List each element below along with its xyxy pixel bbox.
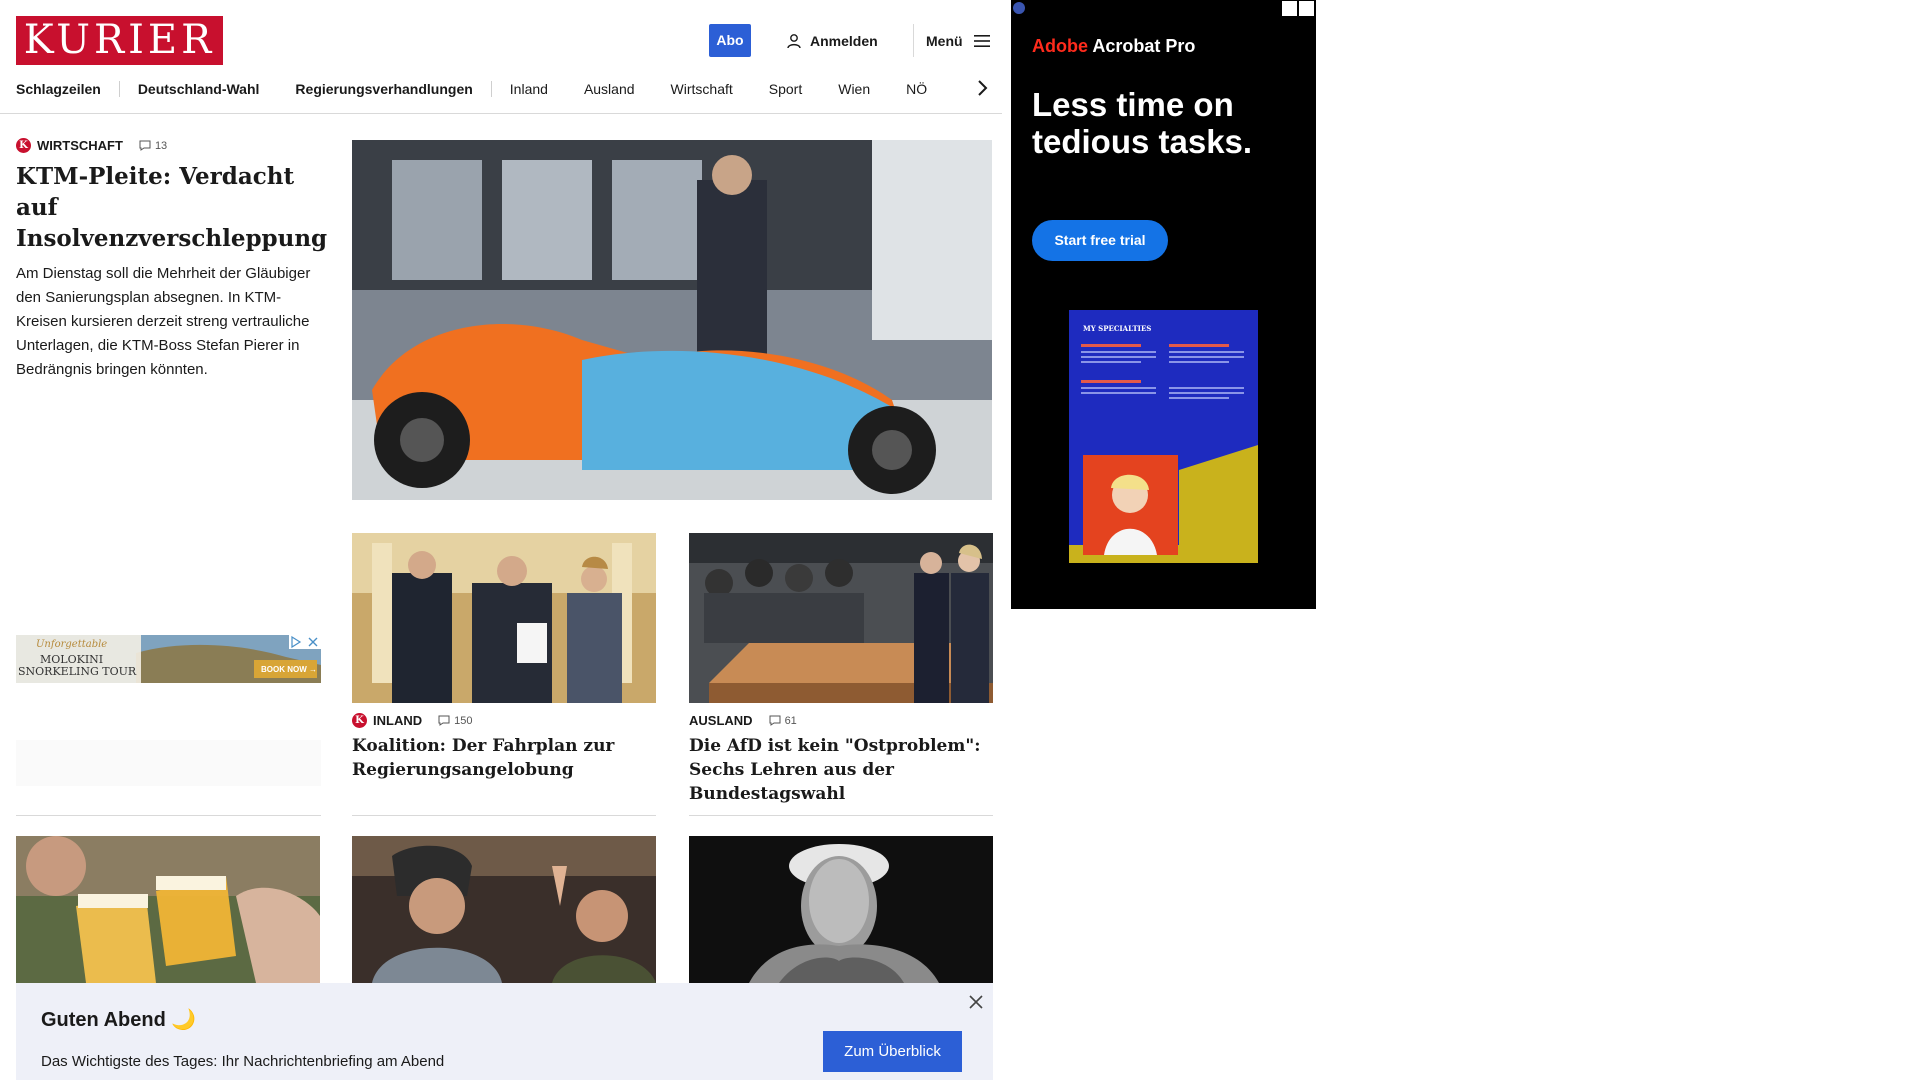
- lead-article[interactable]: K Wirtschaft 13 KTM-Pleite: Verdacht auf…: [16, 138, 327, 382]
- category-label[interactable]: Inland: [373, 713, 422, 728]
- article-headline[interactable]: Koalition: Der Fahrplan zur Regierungsan…: [352, 734, 656, 782]
- section-nav: Schlagzeilen Deutschland-Wahl Regierungs…: [16, 76, 945, 102]
- ad-script-text: Unforgettable: [36, 639, 108, 650]
- adchoices-triangle-icon: [1282, 1, 1297, 16]
- login-label: Anmelden: [810, 33, 878, 49]
- divider: [16, 815, 321, 816]
- lead-photo[interactable]: [352, 140, 992, 500]
- nav-item-sport[interactable]: Sport: [751, 81, 820, 97]
- kurier-plus-icon: K: [352, 713, 367, 728]
- article-headline[interactable]: Die AfD ist kein "Ostproblem": Sechs Leh…: [689, 734, 993, 806]
- article-photo[interactable]: [689, 836, 993, 983]
- nav-item-schlagzeilen[interactable]: Schlagzeilen: [16, 81, 119, 97]
- ad-placeholder: [16, 740, 321, 786]
- nav-item-noe[interactable]: NÖ: [888, 81, 945, 97]
- nav-item-deutschland-wahl[interactable]: Deutschland-Wahl: [118, 81, 278, 97]
- article-meta: K Wirtschaft 13: [16, 138, 321, 153]
- overview-button[interactable]: Zum Überblick: [823, 1031, 962, 1072]
- start-free-trial-button[interactable]: Start free trial: [1032, 220, 1168, 261]
- article-photo[interactable]: [352, 836, 656, 983]
- menu-label: Menü: [926, 32, 963, 49]
- ad-info-icon[interactable]: [1013, 2, 1025, 14]
- comment-icon: [438, 715, 450, 726]
- divider: [689, 815, 993, 816]
- ad-brand: Adobe Acrobat Pro: [1032, 36, 1195, 57]
- article-meta: K Inland 150: [352, 713, 656, 728]
- divider: [352, 815, 656, 816]
- article-photo[interactable]: [352, 533, 656, 703]
- comment-icon: [769, 715, 781, 726]
- nav-item-inland[interactable]: Inland: [490, 81, 566, 97]
- comment-count[interactable]: 61: [769, 715, 797, 727]
- article-meta: Ausland 61: [689, 713, 993, 728]
- ad-line2: SNORKELING TOUR: [18, 665, 137, 678]
- lead-headline[interactable]: KTM-Pleite: Verdacht auf Insolvenzversch…: [16, 161, 327, 254]
- adchoices-icon[interactable]: [1282, 1, 1314, 16]
- article-photo[interactable]: [16, 836, 320, 983]
- kurier-page: KURIER Abo Anmelden Menü Schlagzeilen De…: [0, 0, 1002, 1080]
- chevron-right-icon[interactable]: [970, 76, 994, 100]
- ad-brand-adobe: Adobe: [1032, 36, 1088, 56]
- comment-count[interactable]: 150: [438, 715, 472, 727]
- close-icon[interactable]: [967, 993, 985, 1011]
- article-photo[interactable]: [689, 533, 993, 703]
- menu-button[interactable]: Menü: [913, 24, 991, 57]
- article-card[interactable]: K Inland 150 Koalition: Der Fahrplan zur…: [352, 533, 656, 782]
- hamburger-icon: [973, 34, 990, 47]
- login-button[interactable]: Anmelden: [786, 30, 878, 52]
- adchoices-icon[interactable]: [289, 635, 321, 649]
- site-header: KURIER Abo Anmelden Menü Schlagzeilen De…: [0, 0, 1002, 114]
- user-icon: [787, 34, 801, 49]
- comment-count-value: 13: [154, 139, 168, 152]
- nav-item-ausland[interactable]: Ausland: [566, 81, 653, 97]
- evening-briefing-banner: Guten Abend 🌙 Das Wichtigste des Tages: …: [16, 983, 993, 1080]
- category-label[interactable]: Ausland: [689, 713, 753, 728]
- adobe-acrobat-ad[interactable]: Adobe Acrobat Pro Less time on tedious t…: [1011, 0, 1316, 609]
- ad-document-preview: MY SPECIALTIES: [1069, 310, 1258, 563]
- banner-title: Guten Abend 🌙: [41, 1009, 197, 1031]
- nav-item-wien[interactable]: Wien: [820, 81, 888, 97]
- category-label[interactable]: Wirtschaft: [37, 138, 123, 153]
- comment-count-value: 61: [784, 714, 797, 727]
- kurier-logo[interactable]: KURIER: [16, 16, 223, 65]
- lead-teaser: Am Dienstag soll die Mehrheit der Gläubi…: [16, 265, 311, 378]
- ad-cta[interactable]: BOOK NOW →: [261, 665, 317, 674]
- article-card[interactable]: Ausland 61 Die AfD ist kein "Ostproblem"…: [689, 533, 993, 806]
- ad-brand-product: Acrobat Pro: [1088, 36, 1196, 56]
- comment-icon: [139, 140, 151, 151]
- nav-item-regierungsverhandlungen[interactable]: Regierungsverhandlungen: [277, 81, 490, 97]
- abo-button[interactable]: Abo: [709, 24, 751, 57]
- molokini-ad[interactable]: Unforgettable MOLOKINI SNORKELING TOUR B…: [16, 635, 321, 683]
- close-icon[interactable]: [1299, 1, 1314, 16]
- banner-text: Das Wichtigste des Tages: Ihr Nachrichte…: [41, 1053, 445, 1070]
- comment-count[interactable]: 13: [139, 140, 167, 152]
- comment-count-value: 150: [454, 714, 473, 727]
- ad-headline: Less time on tedious tasks.: [1032, 86, 1253, 160]
- nav-item-wirtschaft[interactable]: Wirtschaft: [653, 81, 751, 97]
- kurier-plus-icon: K: [16, 138, 31, 153]
